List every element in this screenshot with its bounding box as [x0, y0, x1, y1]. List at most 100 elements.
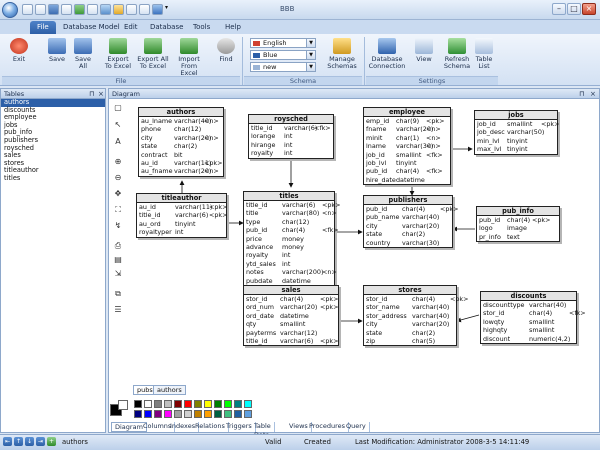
save-button[interactable]: Save — [44, 38, 70, 76]
entity-column-row[interactable]: payterms varchar(12) — [244, 329, 338, 337]
entity-column-row[interactable]: notes varchar(200) <n> — [244, 268, 337, 276]
entity-column-row[interactable]: state char(2) — [139, 142, 223, 150]
entity-column-row[interactable]: au_ord tinyint — [137, 220, 226, 228]
entity-column-row[interactable]: minit char(1) <n> — [364, 134, 450, 142]
entity-column-row[interactable]: country varchar(30) — [364, 239, 452, 247]
entity-column-row[interactable]: city varchar(20) <n> — [139, 134, 223, 142]
entity-column-row[interactable]: ord_num varchar(20) <pk> — [244, 303, 338, 311]
entity-column-row[interactable]: lowqty smallint — [481, 318, 576, 326]
entity-roysched[interactable]: roysched title_id varchar(6) <fk> lorange int… — [248, 114, 334, 159]
cut-icon[interactable] — [87, 4, 98, 15]
fit-icon[interactable]: ⛶ — [111, 204, 125, 216]
entity-column-row[interactable]: stor_address varchar(40) — [364, 312, 456, 320]
palette-swatch[interactable] — [204, 410, 212, 418]
palette-swatch[interactable] — [134, 400, 142, 408]
export-icon[interactable]: ⇲ — [111, 268, 125, 280]
entity-column-row[interactable]: pub_name varchar(40) — [364, 213, 452, 221]
entity-column-row[interactable]: pr_info text — [477, 233, 559, 241]
entity-column-row[interactable]: au_id varchar(11) <pk> — [139, 159, 223, 167]
save-image-icon[interactable]: ▤ — [111, 254, 125, 266]
entity-column-row[interactable]: ytd_sales int — [244, 260, 334, 268]
entity-column-row[interactable]: discounttype varchar(40) — [481, 301, 576, 309]
entity-employee[interactable]: employee emp_id char(9) <pk> fname varchar(20… — [363, 107, 451, 186]
entity-publishers[interactable]: publishers pub_id char(4) <pk> pub_name varch… — [363, 195, 458, 248]
palette-swatch[interactable] — [214, 400, 222, 408]
app-orb-button[interactable] — [2, 2, 18, 18]
palette-swatch[interactable] — [234, 410, 242, 418]
relation-icon[interactable]: ↯ — [111, 220, 125, 232]
palette-swatch[interactable] — [214, 410, 222, 418]
export-all-to-excel-button[interactable]: Export All To Excel — [136, 38, 170, 76]
palette-swatch[interactable] — [154, 410, 162, 418]
entity-column-row[interactable]: pub_id char(4) <fk> — [244, 226, 339, 234]
menu-help[interactable]: Help — [218, 21, 248, 34]
entity-column-row[interactable]: hire_date datetime — [364, 176, 450, 184]
view-button[interactable]: View — [412, 38, 436, 76]
exit-button[interactable]: Exit — [8, 38, 30, 76]
entity-column-row[interactable]: pub_id char(4) <fk> — [364, 167, 450, 175]
entity-column-row[interactable]: city varchar(20) — [364, 320, 456, 328]
entity-column-row[interactable]: highqty smallint — [481, 326, 576, 334]
table-list-button[interactable]: Table List — [474, 38, 494, 76]
entity-column-row[interactable]: stor_id char(4) <pk> — [364, 295, 468, 303]
entity-column-row[interactable]: title_id varchar(6) <pk> — [137, 211, 227, 219]
entity-titles[interactable]: titles title_id varchar(6) <pk> title varchar… — [243, 191, 340, 286]
entity-column-row[interactable]: au_fname varchar(20) <n> — [139, 167, 223, 175]
close-icon[interactable]: × — [98, 89, 104, 99]
prev-record-icon[interactable]: ↑ — [14, 437, 23, 446]
new-icon[interactable] — [22, 4, 33, 15]
entity-column-row[interactable]: max_lvl tinyint — [475, 145, 557, 153]
palette-swatch[interactable] — [154, 400, 162, 408]
last-record-icon[interactable]: ⇥ — [36, 437, 45, 446]
palette-swatch[interactable] — [174, 400, 182, 408]
manage-schemas-button[interactable]: Manage Schemas — [326, 38, 358, 76]
qat-dropdown-icon[interactable]: ▾ — [165, 4, 173, 15]
color-select[interactable]: Blue ▼ — [250, 50, 316, 60]
entity-column-row[interactable]: royaltyper int — [137, 228, 226, 236]
help-icon[interactable] — [152, 4, 163, 15]
entity-titleauthor[interactable]: titleauthor au_id varchar(11) <pk> title_id v… — [136, 193, 227, 238]
entity-stores[interactable]: stores stor_id char(4) <pk> stor_name varchar… — [363, 285, 468, 347]
save-icon[interactable] — [48, 4, 59, 15]
menu-edit[interactable]: Edit — [117, 21, 145, 34]
entity-column-row[interactable]: pub_id char(4) <pk> — [364, 205, 458, 213]
entity-column-row[interactable]: title_id varchar(6) <pk> — [244, 201, 340, 209]
entity-column-row[interactable]: contract bit — [139, 151, 223, 159]
entity-column-row[interactable]: min_lvl tinyint — [475, 137, 557, 145]
close-button[interactable]: × — [582, 3, 596, 15]
save-all-button[interactable]: Save All — [72, 38, 94, 76]
entity-column-row[interactable]: advance money — [244, 243, 334, 251]
entity-column-row[interactable]: pubdate datetime — [244, 277, 334, 285]
entity-column-row[interactable]: title_id varchar(6) <fk> — [249, 124, 333, 132]
pointer-icon[interactable]: ↖ — [111, 119, 125, 131]
entity-column-row[interactable]: type char(12) — [244, 218, 334, 226]
close-icon[interactable]: × — [590, 89, 596, 99]
find-button[interactable]: Find — [214, 38, 238, 76]
copy-icon[interactable] — [100, 4, 111, 15]
grid-icon[interactable] — [74, 4, 85, 15]
entity-column-row[interactable]: logo image — [477, 224, 559, 232]
palette-swatch[interactable] — [164, 400, 172, 408]
minimize-button[interactable]: – — [552, 3, 566, 15]
next-record-icon[interactable]: ↓ — [25, 437, 34, 446]
select-table-icon[interactable]: ▢ — [111, 102, 125, 114]
move-icon[interactable]: ✥ — [111, 188, 125, 200]
text-tool-icon[interactable]: A — [111, 136, 125, 148]
entity-column-row[interactable]: pub_id char(4) <pk> — [477, 216, 559, 224]
entity-column-row[interactable]: city varchar(20) — [364, 222, 452, 230]
palette-swatch[interactable] — [224, 400, 232, 408]
paste-icon[interactable] — [113, 4, 124, 15]
entity-discounts[interactable]: discounts discounttype varchar(40) stor_id c… — [480, 291, 586, 344]
entity-column-row[interactable]: phone char(12) — [139, 125, 223, 133]
import-from-excel-button[interactable]: Import From Excel — [172, 38, 206, 77]
tab-query[interactable]: Query — [343, 422, 370, 432]
open-icon[interactable] — [35, 4, 46, 15]
print-icon[interactable] — [61, 4, 72, 15]
mode-select[interactable]: new ▼ — [250, 62, 316, 72]
palette-swatch[interactable] — [244, 400, 252, 408]
maximize-button[interactable]: □ — [567, 3, 581, 15]
refresh-schema-button[interactable]: Refresh Schema — [443, 38, 471, 76]
entity-column-row[interactable]: royalty int — [244, 251, 334, 259]
entity-column-row[interactable]: au_id varchar(11) <pk> — [137, 203, 227, 211]
background-color-swatch[interactable] — [118, 400, 128, 410]
